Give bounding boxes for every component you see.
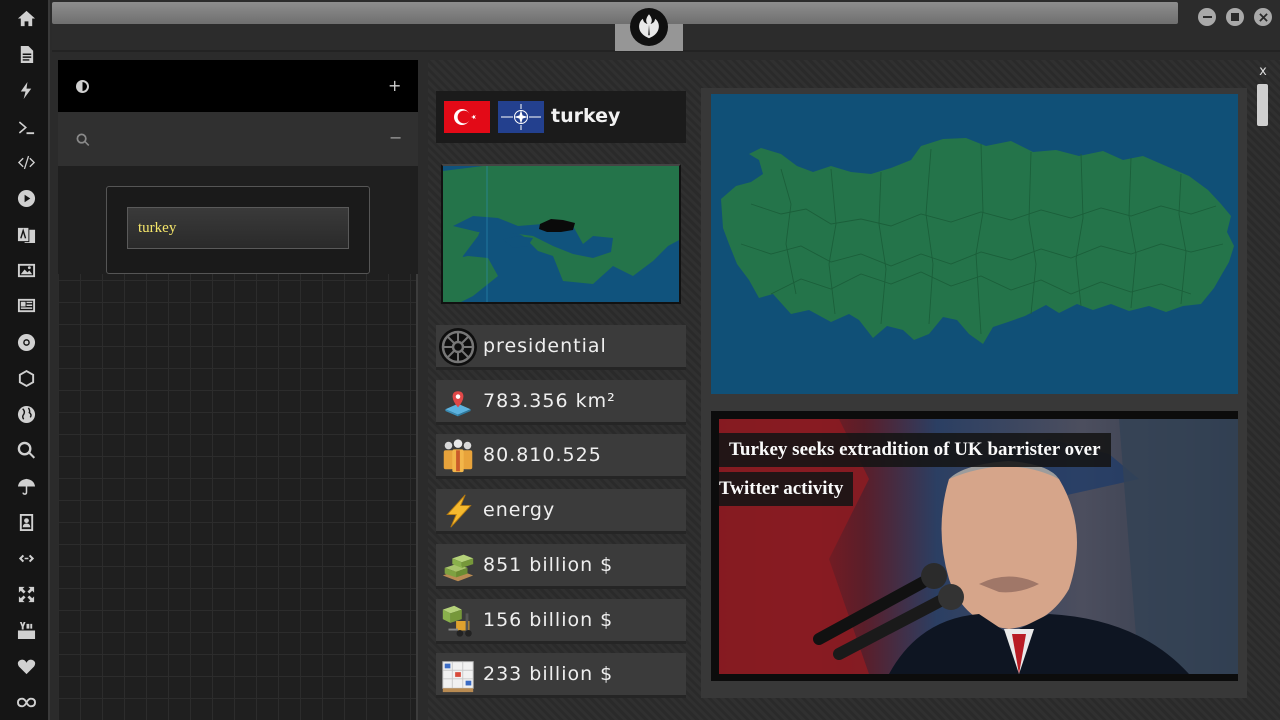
country-search-input[interactable]	[127, 207, 349, 249]
nato-flag-icon	[498, 101, 544, 133]
stat-population[interactable]: 80.810.525	[436, 434, 686, 479]
document-icon[interactable]	[14, 42, 38, 66]
bolt-icon[interactable]	[14, 78, 38, 102]
panel-header: +	[58, 60, 418, 112]
news-photo[interactable]: Turkey seeks extradition of UK barrister…	[719, 419, 1238, 674]
detail-frame: Turkey seeks extradition of UK barrister…	[701, 88, 1247, 698]
stat-text: 156 billion $	[483, 609, 614, 631]
home-icon[interactable]	[14, 6, 38, 30]
top-bar	[52, 0, 1280, 52]
stat-gdp[interactable]: 851 billion $	[436, 544, 686, 589]
galactic-empire-icon[interactable]	[14, 330, 38, 354]
code-icon[interactable]	[14, 150, 38, 174]
turkey-flag-icon	[444, 101, 490, 133]
money-pallet-icon	[438, 546, 478, 586]
maximize-button[interactable]	[1226, 8, 1244, 26]
expand-icon[interactable]	[14, 582, 38, 606]
infinity-icon[interactable]	[14, 690, 38, 714]
country-title-card: turkey	[436, 91, 686, 143]
rebel-alliance-logo-icon[interactable]	[630, 8, 668, 46]
stat-exports[interactable]: 156 billion $	[436, 599, 686, 644]
stat-text: 233 billion $	[483, 663, 614, 685]
country-name: turkey	[551, 105, 621, 127]
stat-imports[interactable]: 233 billion $	[436, 653, 686, 698]
country-panel: x turkey presidential 783.356 km² 80.810…	[428, 60, 1280, 720]
address-bar[interactable]	[52, 2, 1178, 24]
stat-text: energy	[483, 499, 556, 521]
cargo-boxes-icon	[438, 655, 478, 695]
search-icon[interactable]	[14, 438, 38, 462]
play-icon[interactable]	[14, 186, 38, 210]
population-icon	[438, 436, 478, 476]
search-icon	[76, 132, 90, 151]
stat-text: 851 billion $	[483, 554, 614, 576]
icon-rail	[0, 0, 50, 720]
minimize-button[interactable]	[1198, 8, 1216, 26]
stat-text: 783.356 km²	[483, 390, 616, 412]
galactic-empire-icon	[438, 327, 478, 367]
panel-subheader: −	[58, 112, 418, 166]
link-icon[interactable]	[14, 546, 38, 570]
heart-icon[interactable]	[14, 654, 38, 678]
close-window-button[interactable]	[1254, 8, 1272, 26]
globe-icon[interactable]	[14, 402, 38, 426]
image-icon[interactable]	[14, 258, 38, 282]
stat-area[interactable]: 783.356 km²	[436, 380, 686, 425]
expand-plus-button[interactable]: +	[388, 76, 401, 95]
terminal-icon[interactable]	[14, 115, 38, 139]
stat-government[interactable]: presidential	[436, 325, 686, 370]
news-headline[interactable]: Turkey seeks extradition of UK barrister…	[719, 433, 1111, 467]
umbrella-icon[interactable]	[14, 474, 38, 498]
contacts-icon[interactable]	[14, 510, 38, 534]
stat-energy[interactable]: energy	[436, 489, 686, 534]
locator-map[interactable]	[441, 164, 681, 304]
news-card[interactable]: Turkey seeks extradition of UK barrister…	[711, 411, 1238, 681]
translate-icon[interactable]	[14, 222, 38, 246]
collapse-minus-button[interactable]: −	[389, 128, 402, 147]
hexagon-icon[interactable]	[14, 366, 38, 390]
newspaper-icon[interactable]	[14, 293, 38, 317]
scrollbar-thumb[interactable]	[1257, 84, 1268, 126]
youtube-icon[interactable]	[14, 618, 38, 642]
country-detail-map[interactable]	[711, 94, 1238, 394]
search-area	[58, 166, 418, 274]
contrast-icon[interactable]	[76, 80, 89, 93]
map-pin-icon	[438, 382, 478, 422]
search-panel: + −	[58, 60, 418, 720]
close-panel-button[interactable]: x	[1256, 64, 1270, 80]
news-headline-continued[interactable]: Twitter activity	[719, 472, 854, 506]
search-box	[106, 186, 370, 274]
forklift-icon	[438, 601, 478, 641]
stat-text: presidential	[483, 335, 607, 357]
energy-bolt-icon	[438, 491, 478, 531]
stat-text: 80.810.525	[483, 444, 602, 466]
